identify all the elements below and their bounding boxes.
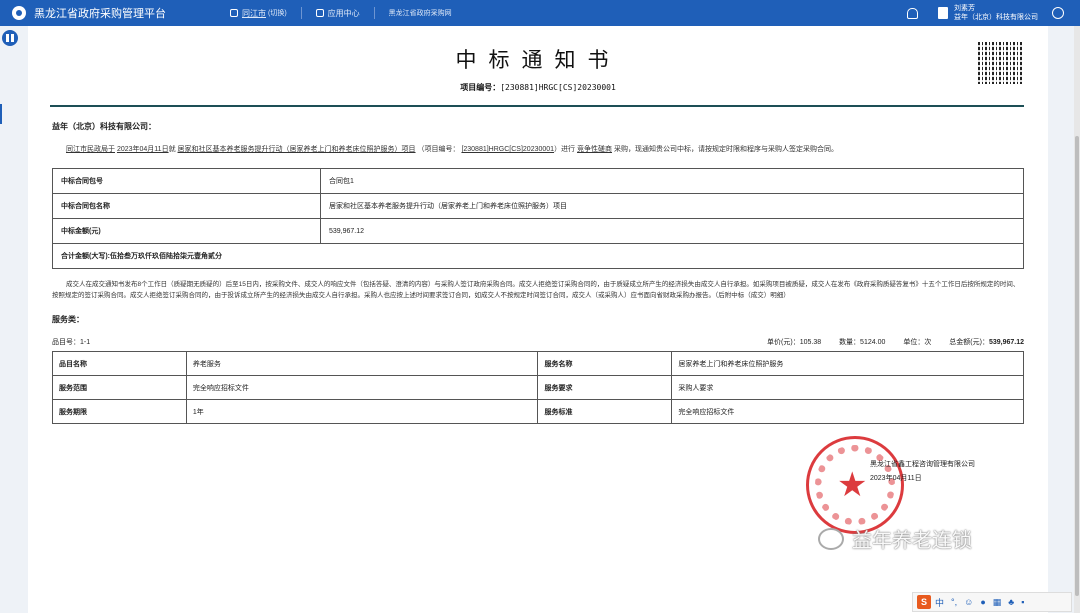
gov-site-label: 黑龙江省政府采购网 [388,10,452,17]
punctuation-icon[interactable]: °, [951,597,957,607]
intro-text: 采购，现通知贵公司中标，请按规定时限和程序与采购人签定采购合同。 [613,146,838,153]
item-number: 品目号：1-1 [52,339,91,346]
service-section-label: 服务类： [52,315,84,324]
total-amount-label: 总金额(元)： [949,339,989,346]
unit-price: 单价(元)：105.38 [767,339,822,346]
star-icon: ★ [837,466,868,504]
user-org: 益年（北京）科技有限公司 [954,14,1038,21]
notice-intro: 同江市民政局于 2023年04月11日就 居家和社区基本养老服务提升行动（居家养… [52,145,1022,155]
table-row: 合计金额(大写):伍拾叁万玖仟玖佰陆拾柒元壹角贰分 [52,243,1024,269]
total-amount-value: 539,967.12 [988,339,1024,346]
intro-text: ）进行 [554,146,576,153]
table-cell-label: 中标合同包号 [52,168,321,194]
region-label: 同江市 [242,8,266,18]
ime-logo-icon: S [917,595,931,609]
platform-logo-icon [12,6,26,20]
table-cell-value: 539,967.12 [320,218,1024,244]
table-cell-value: 合同包1 [320,168,1024,194]
table-cell-label: 中标合同包名称 [52,193,321,219]
document-icon[interactable] [938,7,948,19]
award-table: 中标合同包号 合同包1 中标合同包名称 居家和社区基本养老服务提升行动（居家养老… [52,168,1024,269]
nav-divider [373,7,375,19]
grid-icon [315,9,324,17]
region-switcher[interactable]: 同江市 (切换) [230,8,287,19]
wechat-watermark: 益年养老连锁 [818,524,972,553]
microphone-icon[interactable]: ● [980,597,985,607]
menu-grid-button[interactable] [2,30,18,46]
table-cell-value: 采购人要求 [671,375,1024,400]
table-cell-label: 服务标准 [537,399,673,424]
table-cell-value: 居家和社区基本养老服务提升行动（居家养老上门和养老床位照护服务）项目 [320,193,1024,219]
notice-title: 中标通知书 [455,48,621,72]
signer-org: 黑龙江省鑫工程咨询管理有限公司 [870,461,975,468]
project-number-label: 项目编号： [460,83,501,92]
table-cell-value: 居家养老上门和养老床位照护服务 [671,351,1024,376]
user-avatar-icon[interactable] [1052,7,1064,19]
intro-method: 竞争性磋商 [577,146,613,153]
table-cell-value: 完全响应招标文件 [671,399,1024,424]
bell-icon[interactable] [907,7,918,19]
table-cell-label: 服务名称 [537,351,673,376]
table-cell-value: 1年 [185,399,539,424]
table-cell-label: 中标金额(元) [52,218,321,244]
region-switch-label: (切换) [268,10,287,17]
ime-mode[interactable]: 中 [935,596,944,609]
project-number: 项目编号：[230881]HRGC[CS]20230001 [28,82,1048,93]
skin-icon[interactable]: ♣ [1008,597,1014,607]
top-nav: 同江市 (切换) 应用中心 黑龙江省政府采购网 [230,7,466,19]
table-row: 品目名称 养老服务 服务名称 居家养老上门和养老床位照护服务 [52,351,1024,376]
service-detail-table: 品目名称 养老服务 服务名称 居家养老上门和养老床位照护服务 服务范围 完全响应… [52,351,1024,424]
contract-terms: 成交人在成交通知书发布8个工作日（质疑期无质疑的）后至15日内，按采购文件、成交… [52,281,1020,299]
table-row: 服务期限 1年 服务标准 完全响应招标文件 [52,399,1024,424]
watermark-text: 益年养老连锁 [852,530,972,552]
table-cell-label: 品目名称 [52,351,187,376]
scrollbar-thumb[interactable] [1075,136,1079,596]
unit: 单位：次 [903,339,932,346]
service-pricing: 单价(元)：105.38 数量：5124.00 单位：次 总金额(元)：539,… [751,337,1024,347]
table-cell-label: 服务期限 [52,399,187,424]
table-row: 中标合同包号 合同包1 [52,168,1024,194]
top-navigation-bar: 黑龙江省政府采购管理平台 同江市 (切换) 应用中心 黑龙江省政府采购网 刘素芳… [0,0,1080,26]
intro-project: 居家和社区基本养老服务提升行动（居家养老上门和养老床位照护服务）项目 [177,146,416,153]
table-row: 服务范围 完全响应招标文件 服务要求 采购人要求 [52,375,1024,400]
intro-purchaser: 同江市民政局于 [66,146,115,153]
title-divider [50,105,1024,107]
intro-text: 就 [168,146,176,153]
user-info[interactable]: 刘素芳 益年（北京）科技有限公司 [954,4,1038,22]
table-row: 中标合同包名称 居家和社区基本养老服务提升行动（居家养老上门和养老床位照护服务）… [52,193,1024,219]
user-name: 刘素芳 [954,5,975,12]
table-cell-value: 养老服务 [185,351,539,376]
signature-block: 黑龙江省鑫工程咨询管理有限公司 2023年04月11日 [870,458,975,486]
app-center-link[interactable]: 应用中心 [315,8,360,19]
gov-site-link[interactable]: 黑龙江省政府采购网 [389,8,452,18]
toolbox-icon[interactable]: ▪ [1021,597,1024,607]
total-amount: 总金额(元)：539,967.12 [949,339,1024,346]
service-summary: 品目号：1-1 单价(元)：105.38 数量：5124.00 单位：次 总金额… [52,337,1024,347]
addressee: 益年（北京）科技有限公司： [52,122,156,131]
table-row: 中标金额(元) 539,967.12 [52,218,1024,244]
side-indicator [0,104,2,124]
ime-toolbar[interactable]: S 中 °, ☺ ● ▦ ♣ ▪ [912,592,1072,612]
nav-divider [300,7,302,19]
wechat-icon [818,527,844,550]
sign-date: 2023年04月11日 [870,475,922,482]
table-cell-label: 服务要求 [537,375,673,400]
intro-date: 2023年04月11日 [116,146,169,153]
table-cell-value: 完全响应招标文件 [185,375,539,400]
quantity: 数量：5124.00 [839,339,886,346]
intro-text: （项目编号： [417,146,460,153]
keyboard-icon[interactable]: ▦ [993,597,1002,608]
location-icon [230,9,238,17]
intro-project-number: [230881]HRGC[CS]20230001 [461,146,555,153]
header-user-area: 刘素芳 益年（北京）科技有限公司 [907,0,1064,26]
table-cell-label: 服务范围 [52,375,187,400]
app-center-label: 应用中心 [327,8,360,18]
emoji-icon[interactable]: ☺ [964,597,973,607]
app-title: 黑龙江省政府采购管理平台 [34,8,166,20]
vertical-scrollbar[interactable] [1074,26,1080,613]
total-amount-words: 合计金额(大写):伍拾叁万玖仟玖佰陆拾柒元壹角贰分 [52,243,1024,269]
project-number-value: [230881]HRGC[CS]20230001 [500,83,616,92]
